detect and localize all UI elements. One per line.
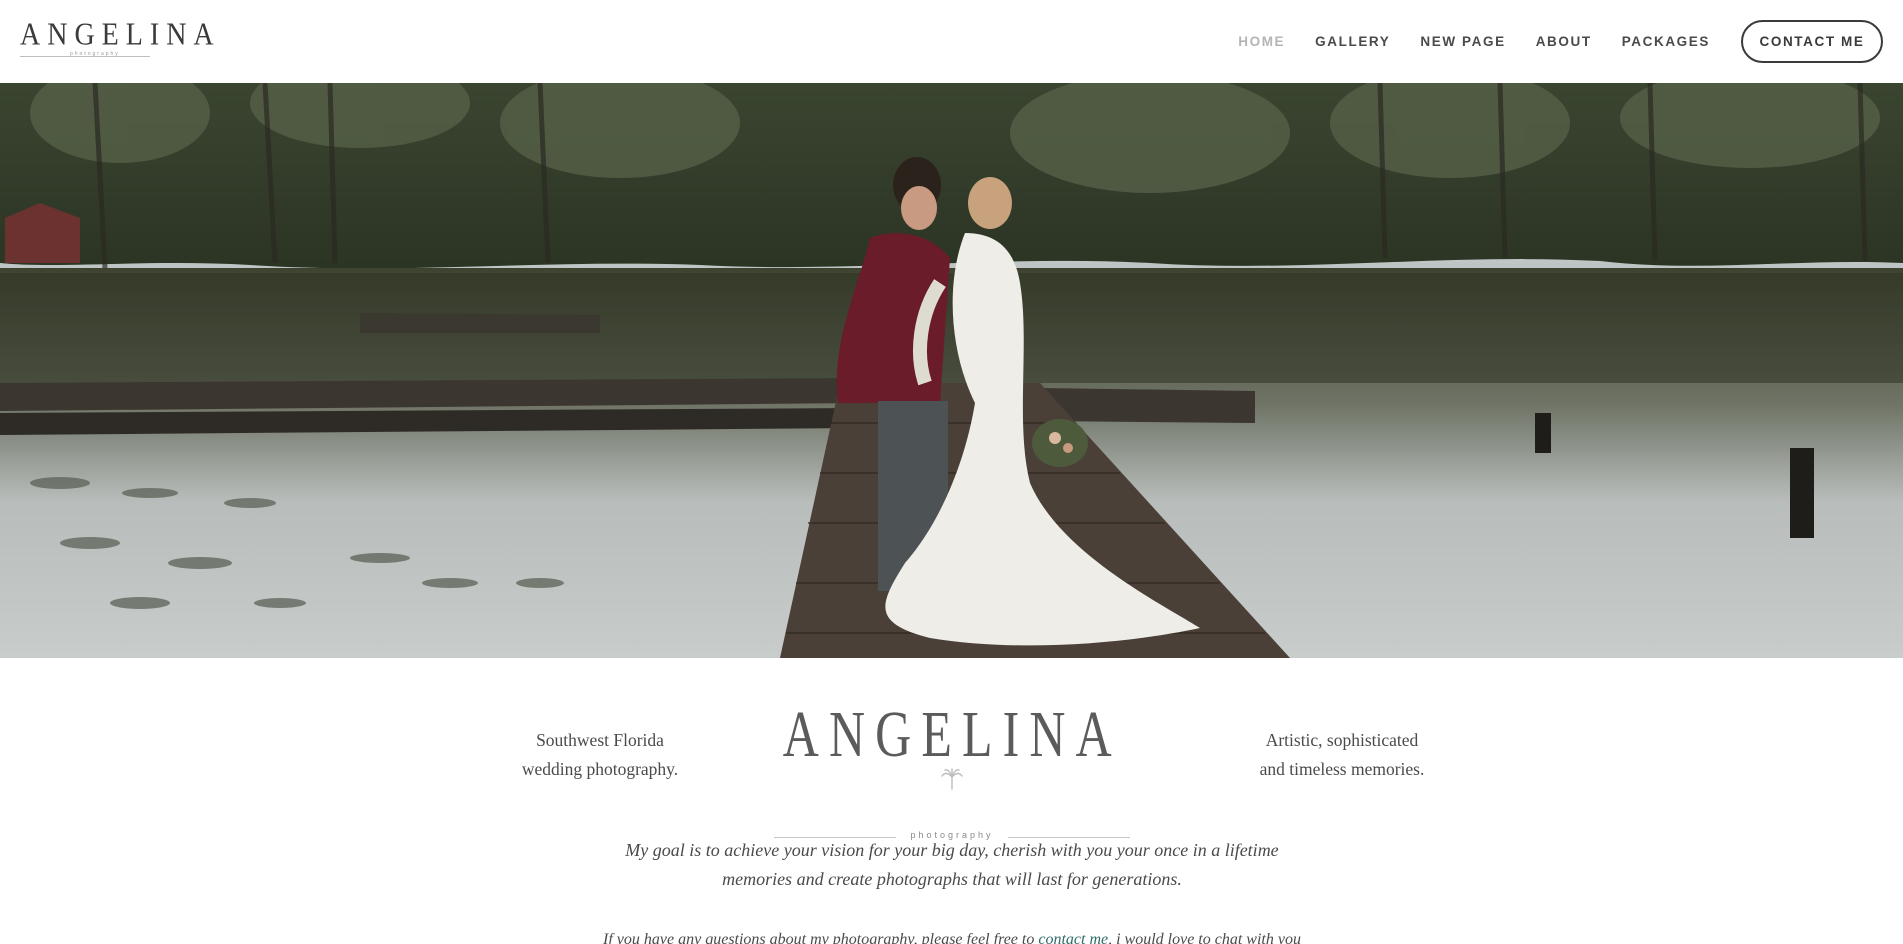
nav-home[interactable]: HOME bbox=[1238, 34, 1285, 49]
hero-image bbox=[0, 83, 1903, 658]
logo-wordmark: ANGELINA bbox=[20, 16, 221, 53]
logo-rule bbox=[20, 56, 150, 57]
hero-photo bbox=[0, 83, 1903, 658]
tagline-left-line2: wedding photography. bbox=[521, 759, 679, 779]
contact-me-button[interactable]: CONTACT ME bbox=[1741, 20, 1883, 63]
nav-about[interactable]: ABOUT bbox=[1536, 34, 1592, 49]
site-header: ANGELINA photography HOME GALLERY NEW PA… bbox=[0, 0, 1903, 83]
site-logo[interactable]: ANGELINA photography bbox=[20, 16, 221, 60]
tagline-left: Southwest Florida wedding photography. bbox=[470, 726, 730, 784]
logo-wordmark-large: ANGELINA bbox=[782, 697, 1122, 771]
intro-section: Southwest Florida wedding photography. A… bbox=[0, 658, 1903, 944]
tagline-right-line2: and timeless memories. bbox=[1259, 759, 1425, 779]
mission-statement: My goal is to achieve your vision for yo… bbox=[620, 836, 1284, 894]
tagline-left-line1: Southwest Florida bbox=[536, 730, 664, 750]
mission-line2: memories and create photographs that wil… bbox=[722, 869, 1182, 889]
nav-new-page[interactable]: NEW PAGE bbox=[1420, 34, 1505, 49]
contact-invite: If you have any questions about my photo… bbox=[560, 928, 1344, 944]
nav-gallery[interactable]: GALLERY bbox=[1315, 34, 1390, 49]
nav-packages[interactable]: PACKAGES bbox=[1622, 34, 1710, 49]
contact-suffix: , i would love to chat with you bbox=[1108, 931, 1301, 944]
contact-prefix: If you have any questions about my photo… bbox=[603, 931, 1039, 944]
contact-me-link[interactable]: contact me bbox=[1038, 931, 1108, 944]
main-nav: HOME GALLERY NEW PAGE ABOUT PACKAGES CON… bbox=[1208, 20, 1883, 63]
angelina-logo: ANGELINA photography bbox=[770, 697, 1134, 840]
tagline-right: Artistic, sophisticated and timeless mem… bbox=[1212, 726, 1472, 784]
palm-icon bbox=[941, 768, 963, 790]
mission-line1: My goal is to achieve your vision for yo… bbox=[625, 840, 1279, 860]
tagline-right-line1: Artistic, sophisticated bbox=[1265, 730, 1419, 750]
